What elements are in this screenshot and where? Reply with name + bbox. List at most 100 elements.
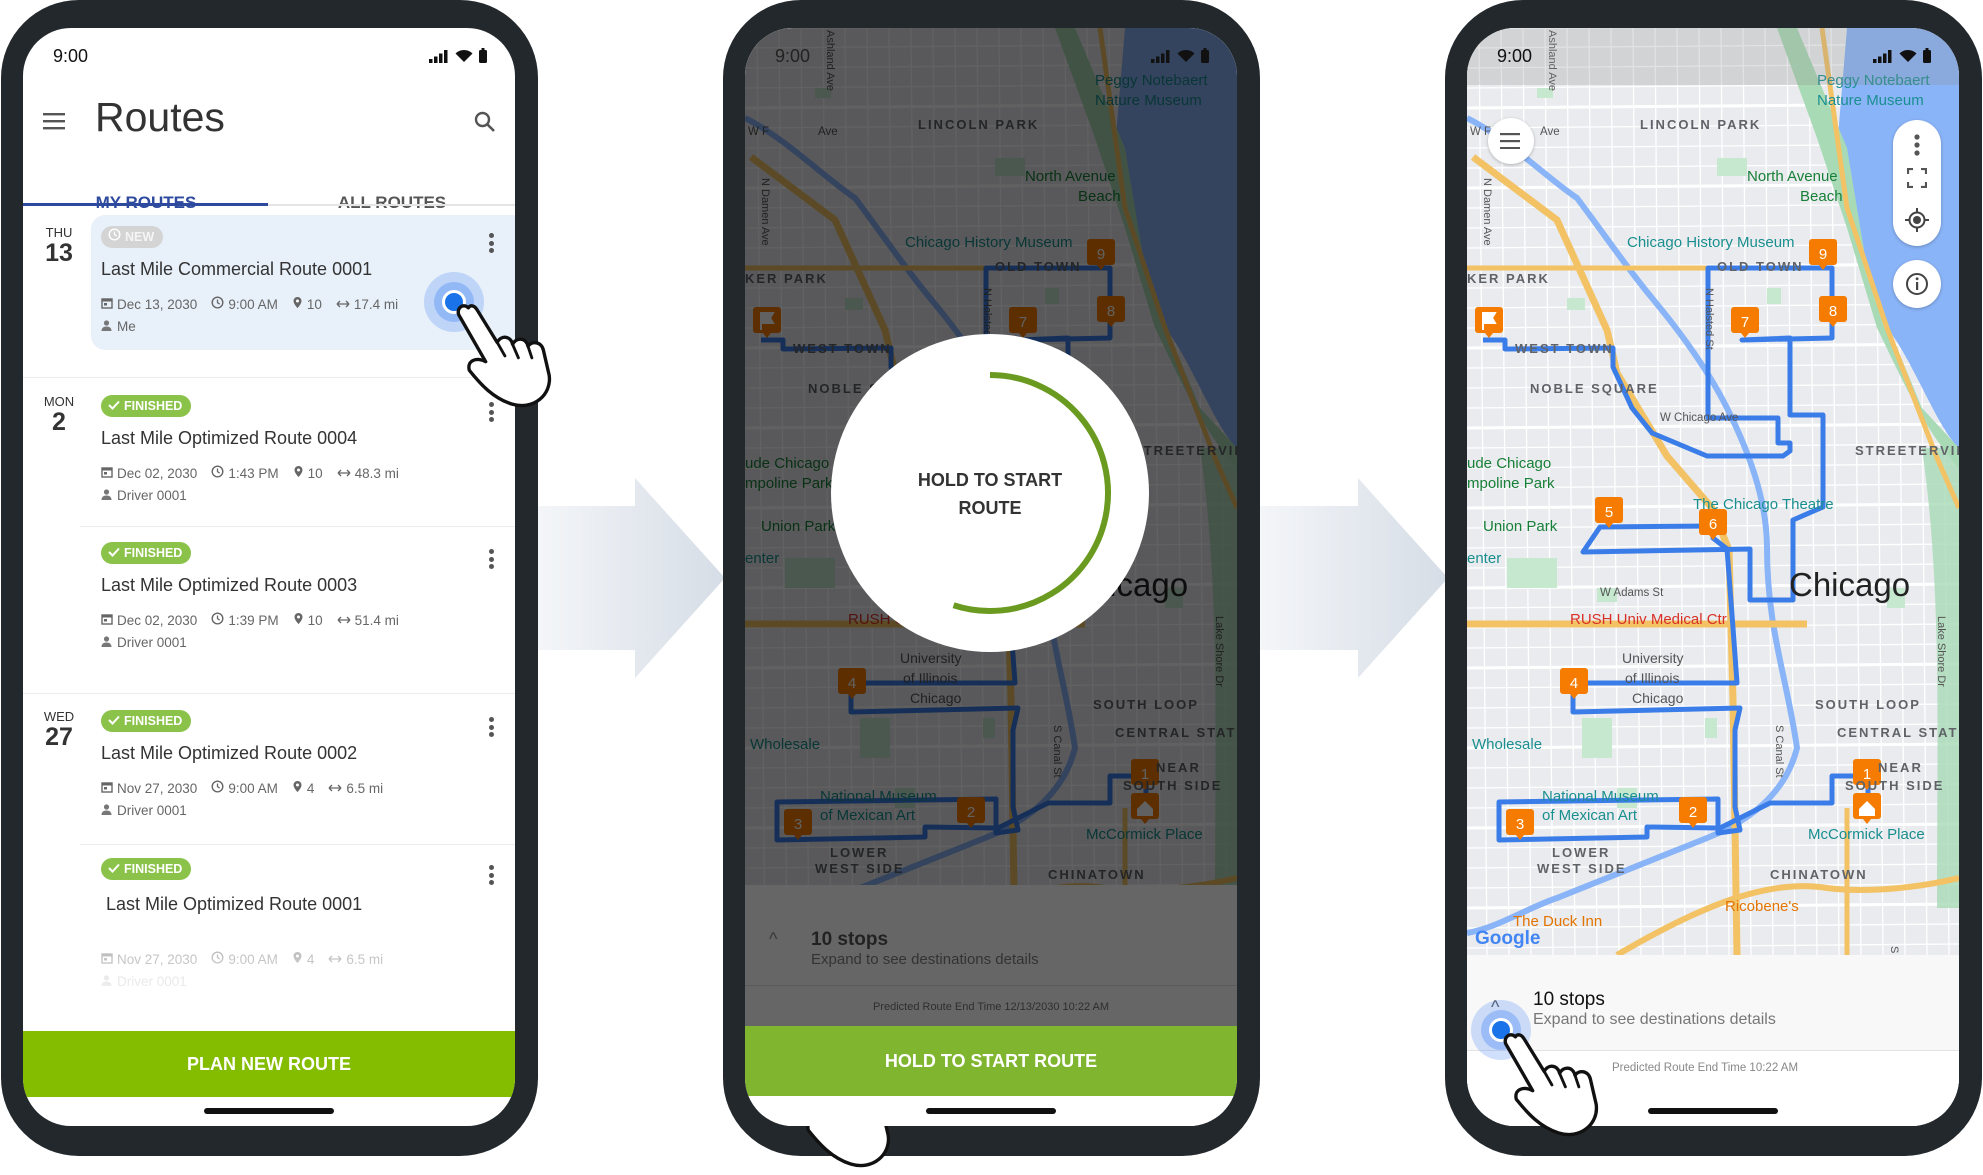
route-meta: Dec 02, 2030 1:39 PM 10 51.4 mi	[101, 612, 399, 628]
route-more-options-icon[interactable]	[483, 231, 499, 255]
map-screen: 1 2 3 4 5 6 7 8 9 Peggy Notebaert Nature Museum LIN…	[1467, 28, 1959, 1126]
map-label: NOBLE SQUARE	[1530, 381, 1659, 396]
stop-marker[interactable]: 8	[1819, 296, 1847, 327]
map-label: KER PARK	[1467, 271, 1550, 286]
map-label: N Damen Ave	[1481, 178, 1493, 246]
stop-marker[interactable]: 2	[1679, 797, 1707, 828]
menu-icon[interactable]	[43, 112, 67, 130]
chevron-up-icon[interactable]: ^	[769, 929, 777, 950]
check-icon	[108, 710, 120, 732]
route-more-options-icon[interactable]	[483, 863, 499, 887]
stop-marker[interactable]: 7	[1731, 307, 1759, 338]
active-tab-indicator	[23, 203, 268, 206]
route-more-options-icon[interactable]	[483, 715, 499, 739]
wifi-icon	[1899, 49, 1917, 68]
map-label: NEAR	[1878, 760, 1923, 775]
person-icon	[101, 635, 112, 650]
distance-icon	[336, 297, 350, 312]
signal-icon	[1151, 50, 1171, 68]
map-label: S Michi	[1885, 946, 1902, 955]
map-label: mpoline Park	[1467, 475, 1555, 492]
routes-screen: 9:00 Routes MY ROUTES ALL ROUTES THU13NE…	[23, 28, 515, 1126]
calendar-icon	[101, 466, 113, 481]
route-name[interactable]: Last Mile Optimized Route 0003	[101, 575, 357, 596]
list-fade	[23, 928, 515, 1028]
google-logo: Google	[1475, 928, 1541, 949]
stops-pin-icon	[292, 780, 303, 796]
route-driver: Me	[101, 319, 136, 334]
wifi-icon	[455, 49, 473, 68]
map-label: McCormick Place	[1808, 826, 1925, 843]
list-divider	[23, 377, 515, 378]
clock-icon	[211, 465, 224, 481]
status-icons	[1873, 48, 1931, 68]
route-name[interactable]: Last Mile Optimized Route 0004	[101, 428, 357, 449]
route-driver: Driver 0001	[101, 803, 187, 818]
flow-arrow	[535, 478, 725, 678]
divider	[745, 985, 1237, 986]
stop-marker[interactable]: 5	[1595, 497, 1623, 528]
battery-icon	[479, 48, 487, 68]
route-name[interactable]: Last Mile Commercial Route 0001	[101, 259, 372, 280]
hold-progress-dialog[interactable]: HOLD TO START ROUTE	[831, 334, 1149, 652]
map-label: RUSH Univ Medical Ctr	[1570, 611, 1727, 628]
status-badge: FINISHED	[101, 858, 192, 880]
stop-marker[interactable]: 4	[1560, 668, 1588, 699]
list-divider	[80, 844, 515, 845]
map-menu-button[interactable]	[1488, 118, 1534, 164]
svg-text:8: 8	[1829, 303, 1837, 320]
my-location-icon[interactable]	[1905, 208, 1929, 237]
home-marker[interactable]	[1853, 793, 1881, 824]
distance-icon	[328, 781, 342, 796]
map-label: WEST SIDE	[1537, 861, 1627, 876]
svg-text:7: 7	[1741, 314, 1749, 331]
map-label: N Halsted St	[1703, 288, 1715, 350]
home-indicator	[1648, 1108, 1778, 1114]
stops-sheet[interactable]: ^ 10 stops Expand to see destinations de…	[745, 885, 1237, 1026]
pointing-hand-icon	[1500, 1027, 1600, 1139]
route-meta: Dec 02, 2030 1:43 PM 10 48.3 mi	[101, 465, 399, 481]
battery-icon	[1923, 48, 1931, 68]
wifi-icon	[1177, 49, 1195, 68]
map-label: ude Chicago	[1467, 455, 1552, 472]
hold-to-start-route-button[interactable]: HOLD TO START ROUTE	[745, 1026, 1237, 1096]
status-time: 9:00	[53, 46, 89, 66]
route-more-options-icon[interactable]	[483, 547, 499, 571]
signal-icon	[429, 50, 449, 68]
fullscreen-icon[interactable]	[1906, 167, 1928, 193]
search-icon[interactable]	[473, 110, 497, 139]
map-label: University	[1622, 650, 1684, 666]
map-label: STREETERVIL	[1855, 443, 1959, 458]
status-icons	[1151, 48, 1209, 68]
map-label: W Adams St	[1600, 587, 1664, 599]
pointing-hand-icon	[453, 298, 553, 410]
clock-icon	[108, 226, 121, 248]
stops-subtitle: Expand to see destinations details	[811, 951, 1039, 968]
stops-pin-icon	[293, 465, 304, 481]
map-label: W Chicago Ave	[1660, 412, 1739, 424]
map-label: North Avenue	[1747, 168, 1838, 185]
status-badge: FINISHED	[101, 542, 192, 564]
map-label: LINCOLN PARK	[1640, 117, 1762, 132]
start-flag-marker[interactable]	[1475, 307, 1503, 338]
plan-new-route-button[interactable]: PLAN NEW ROUTE	[23, 1031, 515, 1097]
clock-icon	[211, 612, 224, 628]
route-name[interactable]: Last Mile Optimized Route 0002	[101, 743, 357, 764]
status-time: 9:00	[1497, 46, 1533, 66]
person-icon	[101, 319, 112, 334]
route-name[interactable]: Last Mile Optimized Route 0001	[106, 894, 362, 915]
info-button[interactable]	[1893, 260, 1941, 308]
home-indicator	[926, 1108, 1056, 1114]
check-icon	[108, 542, 120, 564]
map-label: National Museum	[1542, 788, 1659, 805]
map-label: Wholesale	[1472, 736, 1543, 753]
route-map[interactable]: 123456789Peggy NotebaertNature MuseumLIN…	[1467, 28, 1959, 955]
map-label: S Canal St	[1773, 725, 1785, 778]
svg-text:2: 2	[1689, 804, 1697, 821]
map-label: enter	[1467, 550, 1502, 567]
clock-icon	[211, 780, 224, 796]
map-label: WEST TOWN	[1515, 341, 1614, 356]
more-options-icon[interactable]	[1914, 134, 1920, 161]
map-label: SOUTH LOOP	[1815, 697, 1921, 712]
stops-pin-icon	[293, 612, 304, 628]
